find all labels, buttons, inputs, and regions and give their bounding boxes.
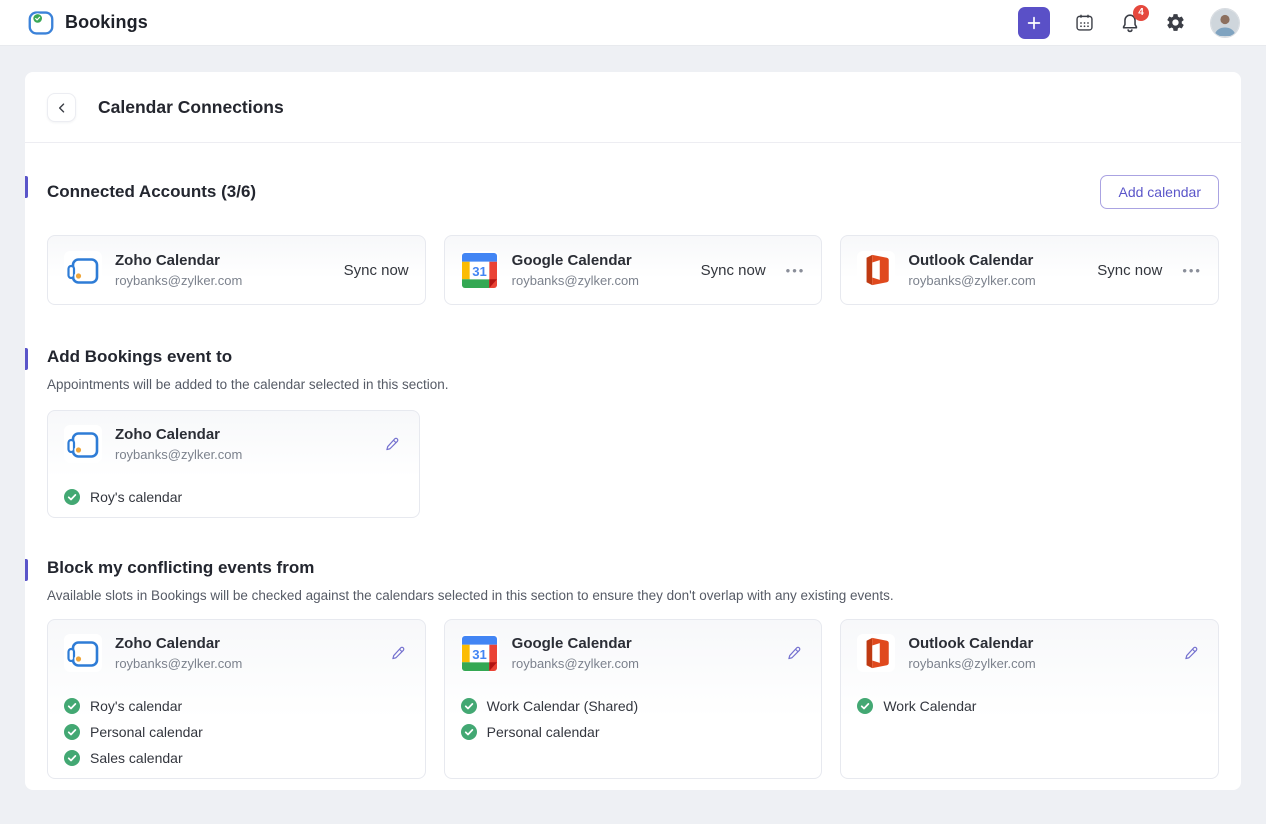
account-name: Zoho Calendar — [115, 252, 242, 271]
block-card-google: Google Calendar roybanks@zylker.com Work… — [444, 619, 823, 779]
selected-calendar-item: Roy's calendar — [64, 698, 409, 714]
section-accent-bar — [25, 348, 28, 370]
plus-icon — [1024, 13, 1044, 33]
section-add-event: Add Bookings event to — [25, 347, 1241, 367]
account-email: roybanks@zylker.com — [908, 656, 1035, 671]
notifications-button[interactable]: 4 — [1119, 12, 1141, 34]
add-event-heading: Add Bookings event to — [47, 347, 232, 367]
app-title: Bookings — [65, 12, 148, 33]
connected-accounts-heading: Connected Accounts (3/6) — [47, 182, 256, 202]
calendar-label: Work Calendar — [883, 698, 976, 714]
bookings-logo-icon — [26, 8, 56, 38]
section-accent-bar — [25, 176, 28, 198]
calendar-connections-panel: Calendar Connections Connected Accounts … — [25, 72, 1241, 790]
check-circle-icon — [64, 698, 80, 714]
block-card-zoho: Zoho Calendar roybanks@zylker.com Roy's … — [47, 619, 426, 779]
calendar-label: Roy's calendar — [90, 489, 182, 505]
check-circle-icon — [64, 750, 80, 766]
user-avatar[interactable] — [1210, 8, 1240, 38]
check-circle-icon — [461, 724, 477, 740]
connected-accounts-row: Zoho Calendar roybanks@zylker.com Sync n… — [25, 235, 1241, 305]
google-calendar-icon — [461, 634, 499, 672]
app-brand: Bookings — [26, 8, 148, 38]
add-calendar-button[interactable]: Add calendar — [1100, 175, 1219, 209]
edit-pencil-icon[interactable] — [382, 434, 403, 455]
zoho-calendar-icon — [64, 634, 102, 672]
account-email: roybanks@zylker.com — [115, 447, 242, 462]
account-name: Google Calendar — [512, 635, 639, 654]
calendar-view-button[interactable] — [1074, 12, 1095, 33]
sync-now-link[interactable]: Sync now — [344, 262, 409, 279]
account-email: roybanks@zylker.com — [512, 656, 639, 671]
block-events-row: Zoho Calendar roybanks@zylker.com Roy's … — [25, 619, 1241, 779]
check-circle-icon — [64, 724, 80, 740]
zoho-calendar-icon — [64, 425, 102, 463]
edit-pencil-icon[interactable] — [388, 643, 409, 664]
calendar-label: Personal calendar — [487, 724, 600, 740]
zoho-calendar-icon — [64, 251, 102, 289]
sync-now-link[interactable]: Sync now — [1097, 262, 1162, 279]
account-card-outlook: Outlook Calendar roybanks@zylker.com Syn… — [840, 235, 1219, 305]
edit-pencil-icon[interactable] — [784, 643, 805, 664]
top-app-bar: Bookings — [0, 0, 1266, 46]
outlook-calendar-icon — [857, 251, 895, 289]
gear-icon — [1165, 12, 1186, 33]
chevron-left-icon — [55, 101, 69, 115]
section-block-events: Block my conflicting events from — [25, 558, 1241, 578]
back-button[interactable] — [47, 93, 76, 122]
account-email: roybanks@zylker.com — [115, 656, 242, 671]
block-events-description: Available slots in Bookings will be chec… — [25, 588, 1241, 603]
selected-calendar-item: Personal calendar — [461, 724, 806, 740]
calendar-icon — [1074, 12, 1095, 33]
check-circle-icon — [857, 698, 873, 714]
selected-calendar-item: Work Calendar — [857, 698, 1202, 714]
account-name: Google Calendar — [512, 252, 639, 271]
notification-count-badge: 4 — [1133, 5, 1149, 21]
add-event-description: Appointments will be added to the calend… — [25, 377, 1241, 392]
selected-calendar-item: Sales calendar — [64, 750, 409, 766]
block-card-outlook: Outlook Calendar roybanks@zylker.com Wor… — [840, 619, 1219, 779]
page-title: Calendar Connections — [98, 97, 284, 118]
calendar-label: Personal calendar — [90, 724, 203, 740]
calendar-label: Work Calendar (Shared) — [487, 698, 638, 714]
calendar-label: Roy's calendar — [90, 698, 182, 714]
selected-calendar-item: Personal calendar — [64, 724, 409, 740]
outlook-calendar-icon — [857, 634, 895, 672]
account-email: roybanks@zylker.com — [115, 273, 242, 288]
more-options-icon[interactable]: ••• — [786, 262, 806, 279]
create-new-button[interactable] — [1018, 7, 1050, 39]
google-calendar-icon — [461, 251, 499, 289]
account-card-google: Google Calendar roybanks@zylker.com Sync… — [444, 235, 823, 305]
section-accent-bar — [25, 559, 28, 581]
account-email: roybanks@zylker.com — [512, 273, 639, 288]
page-content: Calendar Connections Connected Accounts … — [0, 46, 1266, 790]
section-connected-accounts: Connected Accounts (3/6) Add calendar — [25, 175, 1241, 209]
account-name: Zoho Calendar — [115, 635, 242, 654]
account-card-zoho: Zoho Calendar roybanks@zylker.com Sync n… — [47, 235, 426, 305]
add-event-card-zoho: Zoho Calendar roybanks@zylker.com Roy's … — [47, 410, 420, 518]
check-circle-icon — [461, 698, 477, 714]
account-name: Zoho Calendar — [115, 426, 242, 445]
account-name: Outlook Calendar — [908, 635, 1035, 654]
edit-pencil-icon[interactable] — [1181, 643, 1202, 664]
check-circle-icon — [64, 489, 80, 505]
account-name: Outlook Calendar — [908, 252, 1035, 271]
more-options-icon[interactable]: ••• — [1182, 262, 1202, 279]
block-events-heading: Block my conflicting events from — [47, 558, 314, 578]
panel-header: Calendar Connections — [25, 72, 1241, 143]
selected-calendar-item: Roy's calendar — [64, 489, 403, 505]
calendar-label: Sales calendar — [90, 750, 183, 766]
settings-button[interactable] — [1165, 12, 1186, 33]
sync-now-link[interactable]: Sync now — [701, 262, 766, 279]
account-email: roybanks@zylker.com — [908, 273, 1035, 288]
selected-calendar-item: Work Calendar (Shared) — [461, 698, 806, 714]
